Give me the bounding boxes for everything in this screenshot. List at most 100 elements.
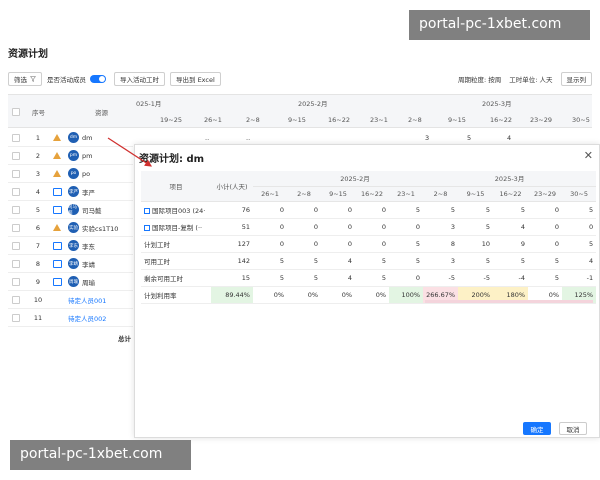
value-cell: 0% — [287, 286, 321, 304]
row-index: 5 — [35, 205, 41, 214]
project-cell[interactable]: 国际项目-复制 (·· — [141, 218, 211, 236]
unit-select[interactable]: 工时单位: 人天 — [509, 74, 552, 84]
show-columns-button[interactable]: 显示列 — [560, 72, 592, 86]
project-icon — [144, 224, 150, 231]
week-header: 2~8 — [287, 186, 321, 202]
value-cell: -4 — [493, 269, 529, 287]
row-index: 11 — [33, 313, 43, 322]
value-cell: 5 — [389, 252, 424, 270]
row-checkbox[interactable] — [12, 313, 20, 322]
row-index: 1 — [35, 133, 41, 142]
table-row[interactable]: 8 李靖 李靖 — [8, 255, 133, 273]
row-checkbox[interactable] — [12, 241, 20, 250]
project-cell[interactable]: 国际项目003 (24· — [141, 201, 211, 219]
table-row[interactable]: 10 待定人员001 — [8, 291, 133, 309]
table-row[interactable]: 1 dm dm — [8, 129, 133, 147]
row-index: 3 — [35, 169, 41, 178]
filter-button[interactable]: 筛选 — [8, 72, 42, 86]
grid-cell: 3 — [425, 134, 430, 142]
value-cell: 4 — [562, 252, 597, 270]
resource-name[interactable]: po — [82, 170, 90, 178]
resource-name[interactable]: dm — [82, 134, 92, 142]
grid-cell: .. — [205, 134, 210, 142]
avatar: 司马懿 — [68, 204, 79, 216]
row-index: 4 — [35, 187, 41, 196]
close-icon[interactable]: ✕ — [584, 150, 593, 161]
resource-name[interactable]: 周瑜 — [82, 277, 95, 287]
table-row[interactable]: 9 周瑜 周瑜 — [8, 273, 133, 291]
row-checkbox[interactable] — [12, 295, 20, 304]
value-cell: 5 — [253, 252, 287, 270]
row-checkbox[interactable] — [12, 259, 20, 268]
grid-cell: .. — [246, 134, 251, 142]
row-label: 计划利用率 — [141, 286, 211, 304]
row-checkbox[interactable] — [12, 205, 20, 214]
watermark-top: portal-pc-1xbet.com — [409, 10, 590, 40]
grid-cell: 4 — [507, 134, 512, 142]
table-row[interactable]: 11 待定人员002 — [8, 309, 133, 327]
value-cell: 5 — [458, 201, 494, 219]
resource-name[interactable]: pm — [82, 152, 92, 160]
value-cell: 10 — [458, 235, 494, 253]
week-header: 30~5 — [572, 116, 590, 124]
page-title: 资源计划 — [8, 49, 48, 60]
resource-name[interactable]: 李严 — [82, 187, 95, 197]
week-header: 2~8 — [423, 186, 459, 202]
value-cell: 3 — [423, 252, 459, 270]
row-checkbox[interactable] — [12, 277, 20, 286]
value-cell: -5 — [423, 269, 459, 287]
granularity-select[interactable]: 周期粒度: 按周 — [458, 74, 501, 84]
row-checkbox[interactable] — [12, 169, 20, 178]
row-checkbox[interactable] — [12, 151, 20, 160]
row-checkbox[interactable] — [12, 133, 20, 142]
subtotal-cell: 76 — [211, 201, 253, 219]
resource-plan-dialog: 资源计划: dm ✕ 项目 小计(人天) 2025-2月 2025-3月 26~… — [134, 144, 600, 438]
horizontal-scrollbar[interactable] — [425, 300, 593, 303]
active-member-toggle[interactable] — [90, 75, 106, 83]
project-label: 国际项目003 (24· — [152, 206, 206, 215]
resource-name[interactable]: 待定人员002 — [68, 313, 106, 323]
month-right-header: 2025-3月 — [482, 100, 512, 108]
toolbar-right: 周期粒度: 按周 工时单位: 人天 显示列 — [458, 72, 592, 86]
table-row[interactable]: 3 po po — [8, 165, 133, 183]
value-cell: 5 — [528, 252, 563, 270]
resource-name[interactable]: 实验cs1T10 — [82, 223, 118, 233]
row-checkbox[interactable] — [12, 223, 20, 232]
table-row: 剩余可用工时 15 5 5 4 5 0 -5 -5 -4 5 -1 — [141, 269, 597, 287]
week-header: 16~22 — [355, 186, 389, 202]
calendar-icon — [53, 205, 62, 214]
resource-name[interactable]: 待定人员001 — [68, 295, 106, 305]
week-header: 16~22 — [328, 116, 350, 124]
table-row[interactable]: 6 实验 实验cs1T10 — [8, 219, 133, 237]
avatar: 李靖 — [68, 258, 79, 269]
grid-header: 序号 资源 025-1月 2025-2月 2025-3月 19~25 26~1 … — [8, 94, 592, 128]
value-cell: 5 — [493, 201, 529, 219]
week-header: 26~1 — [204, 116, 222, 124]
week-header: 2~8 — [408, 116, 422, 124]
table-row[interactable]: 7 李东 李东 — [8, 237, 133, 255]
avatar: po — [68, 168, 79, 179]
value-cell: 0 — [389, 218, 424, 236]
import-hours-button[interactable]: 导入活动工时 — [114, 72, 165, 86]
month-header: 2025-2月 — [287, 171, 424, 187]
value-cell: 4 — [493, 218, 529, 236]
resource-name[interactable]: 司马懿 — [82, 205, 102, 215]
row-checkbox[interactable] — [12, 187, 20, 196]
table-row: 计划工时 127 0 0 0 0 5 8 10 9 0 5 — [141, 235, 597, 253]
export-excel-button[interactable]: 导出到 Excel — [170, 72, 221, 86]
dialog-title: 资源计划: dm — [139, 154, 205, 165]
select-all-checkbox[interactable] — [12, 108, 20, 116]
table-row[interactable]: 5 司马懿 司马懿 — [8, 201, 133, 219]
table-row: 可用工时 142 5 5 4 5 5 3 5 5 5 4 — [141, 252, 597, 270]
resource-name[interactable]: 李东 — [82, 241, 95, 251]
cancel-button[interactable]: 取消 — [559, 422, 587, 435]
week-header: 16~22 — [493, 186, 529, 202]
week-header: 9~15 — [448, 116, 466, 124]
week-header: 23~1 — [389, 186, 424, 202]
resource-name[interactable]: 李靖 — [82, 259, 95, 269]
table-header-row: 项目 小计(人天) 2025-2月 2025-3月 — [141, 171, 597, 202]
confirm-button[interactable]: 确定 — [523, 422, 551, 435]
table-row[interactable]: 2 pm pm — [8, 147, 133, 165]
value-cell: 4 — [321, 269, 355, 287]
table-row[interactable]: 4 李严 李严 — [8, 183, 133, 201]
